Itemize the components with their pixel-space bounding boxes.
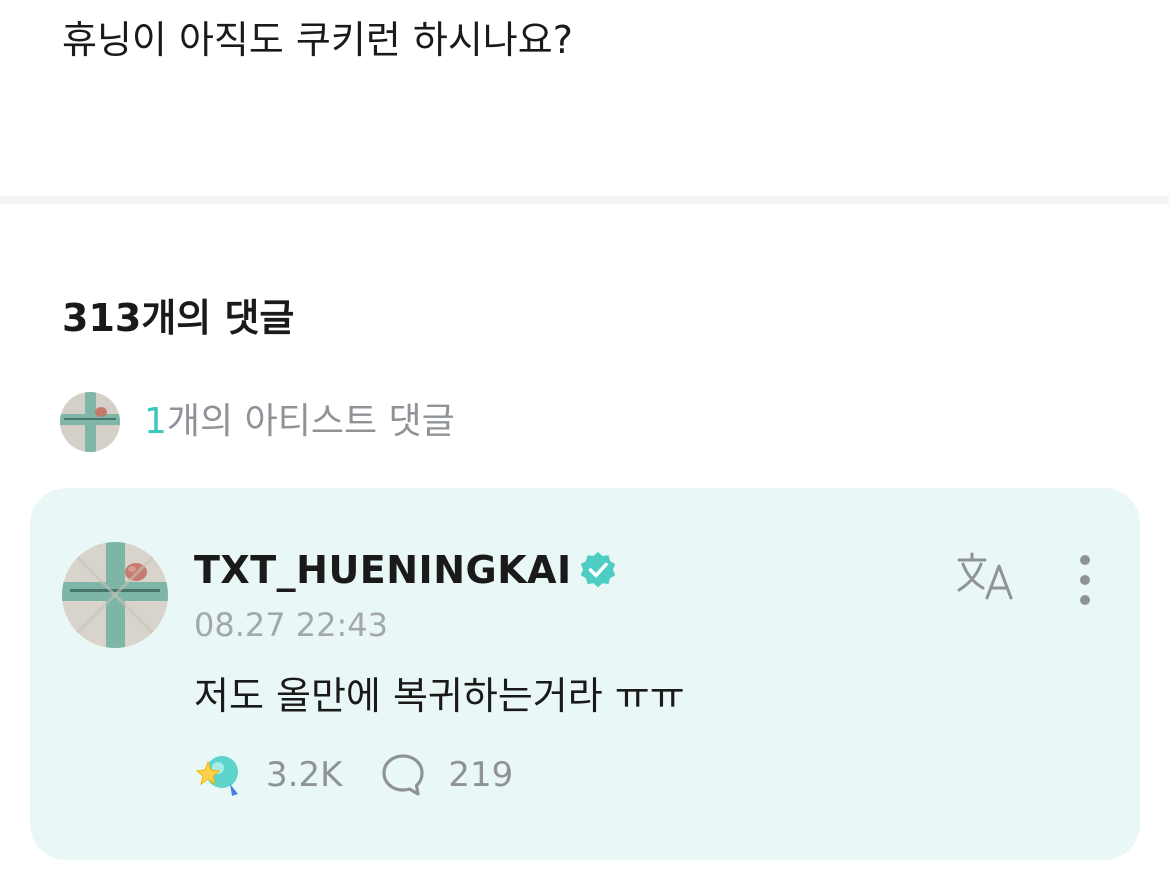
artist-comments-filter[interactable]: 1개의 아티스트 댓글 xyxy=(60,392,455,452)
post-text: 휴닝이 아직도 쿠키런 하시나요? xyxy=(62,18,573,62)
artist-comments-label: 1개의 아티스트 댓글 xyxy=(144,392,455,452)
comment-author-avatar[interactable] xyxy=(62,542,168,648)
artist-avatar xyxy=(60,392,120,452)
like-count: 3.2K xyxy=(266,755,343,795)
speech-bubble-icon[interactable] xyxy=(380,752,426,798)
artist-comment-card: TXT_HUENINGKAI 08.27 22:43 저도 올만에 복귀하는거라… xyxy=(30,488,1140,860)
artist-comments-suffix: 개의 아티스트 댓글 xyxy=(166,401,455,442)
comment-author-name[interactable]: TXT_HUENINGKAI xyxy=(194,548,572,592)
verified-badge-icon xyxy=(580,552,615,588)
star-cheer-icon[interactable] xyxy=(194,750,244,800)
comment-author-row: TXT_HUENINGKAI xyxy=(194,544,618,596)
more-vertical-icon[interactable] xyxy=(1070,552,1100,608)
translate-icon[interactable] xyxy=(955,550,1019,602)
artist-comments-count: 1 xyxy=(144,401,167,442)
reply-count: 219 xyxy=(448,755,514,795)
comment-stats-row: 3.2K 219 xyxy=(194,750,513,800)
comment-text: 저도 올만에 복귀하는거라 ㅠㅠ xyxy=(194,674,685,718)
comments-count-title: 313개의 댓글 xyxy=(62,296,295,340)
comment-timestamp: 08.27 22:43 xyxy=(194,606,388,644)
section-divider xyxy=(0,196,1169,204)
